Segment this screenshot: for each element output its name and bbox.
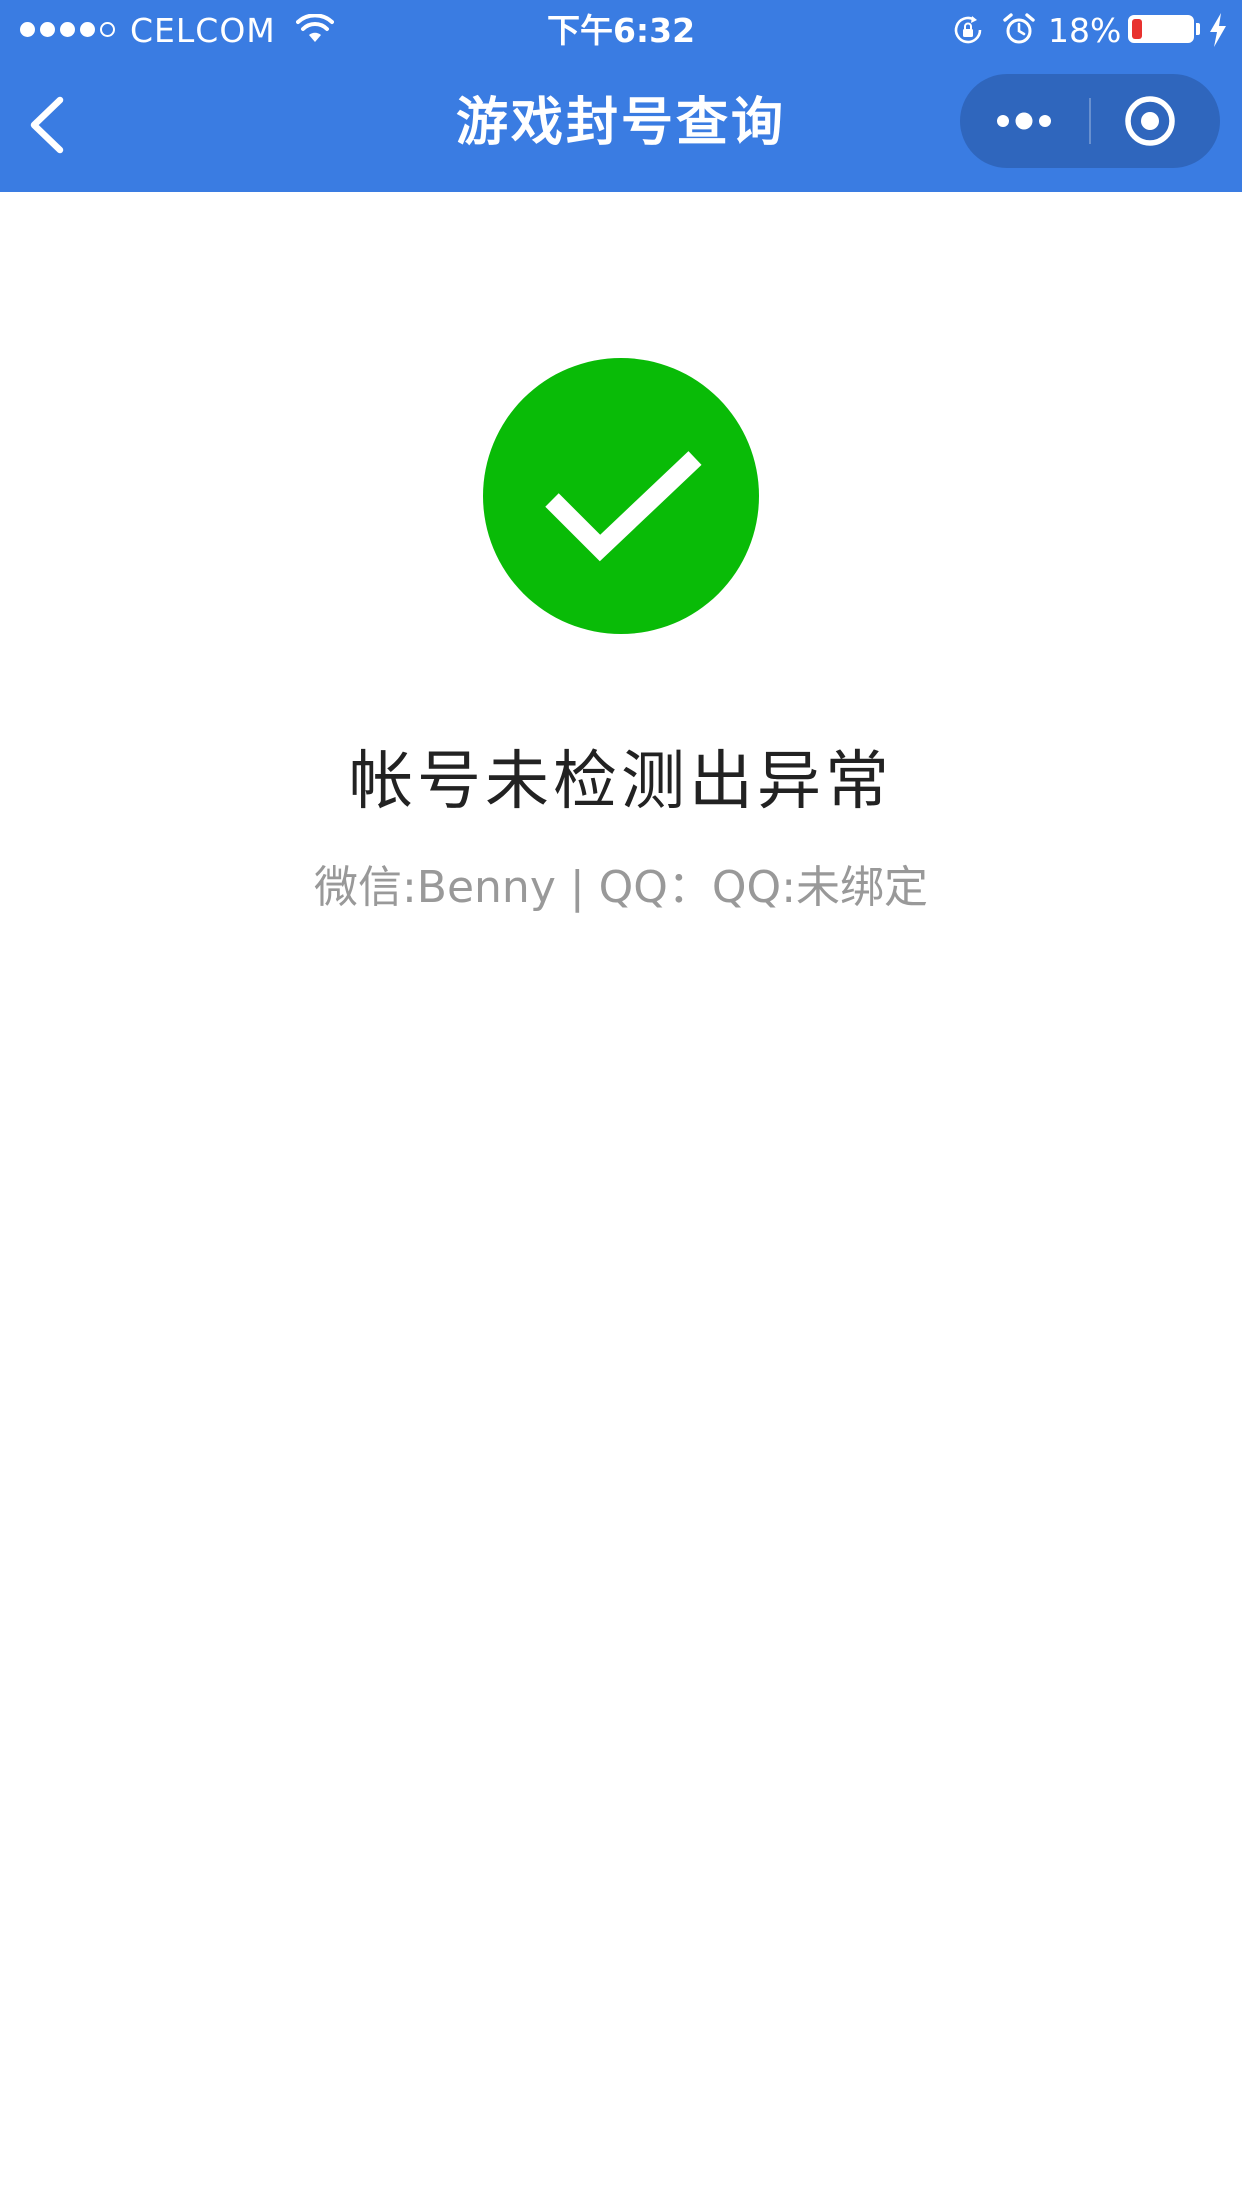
chevron-left-icon bbox=[30, 96, 64, 154]
battery-percentage: 18% bbox=[1048, 11, 1122, 50]
battery-cap bbox=[1196, 23, 1200, 35]
navigation-bar: 游戏封号查询 bbox=[0, 60, 1242, 192]
status-bar: CELCOM 下午6:32 18% bbox=[0, 0, 1242, 60]
account-info-text: 微信:Benny | QQ：QQ:未绑定 bbox=[313, 862, 929, 913]
battery-level-fill bbox=[1132, 19, 1143, 39]
top-bar: CELCOM 下午6:32 18% 游戏封号查询 bbox=[0, 0, 1242, 192]
more-dots-icon bbox=[997, 112, 1051, 130]
battery-icon bbox=[1128, 15, 1194, 43]
charging-bolt-icon bbox=[1210, 13, 1226, 47]
orientation-lock-icon bbox=[954, 16, 982, 44]
alarm-clock-icon bbox=[1003, 13, 1035, 44]
result-title: 帐号未检测出异常 bbox=[349, 745, 893, 819]
mini-program-capsule bbox=[960, 74, 1220, 168]
close-mini-program-button[interactable] bbox=[1091, 74, 1220, 168]
page-title: 游戏封号查询 bbox=[455, 93, 786, 153]
success-check-icon bbox=[483, 358, 759, 634]
more-menu-button[interactable] bbox=[960, 74, 1089, 168]
target-circle-icon bbox=[1125, 96, 1175, 146]
back-button[interactable] bbox=[22, 90, 82, 160]
